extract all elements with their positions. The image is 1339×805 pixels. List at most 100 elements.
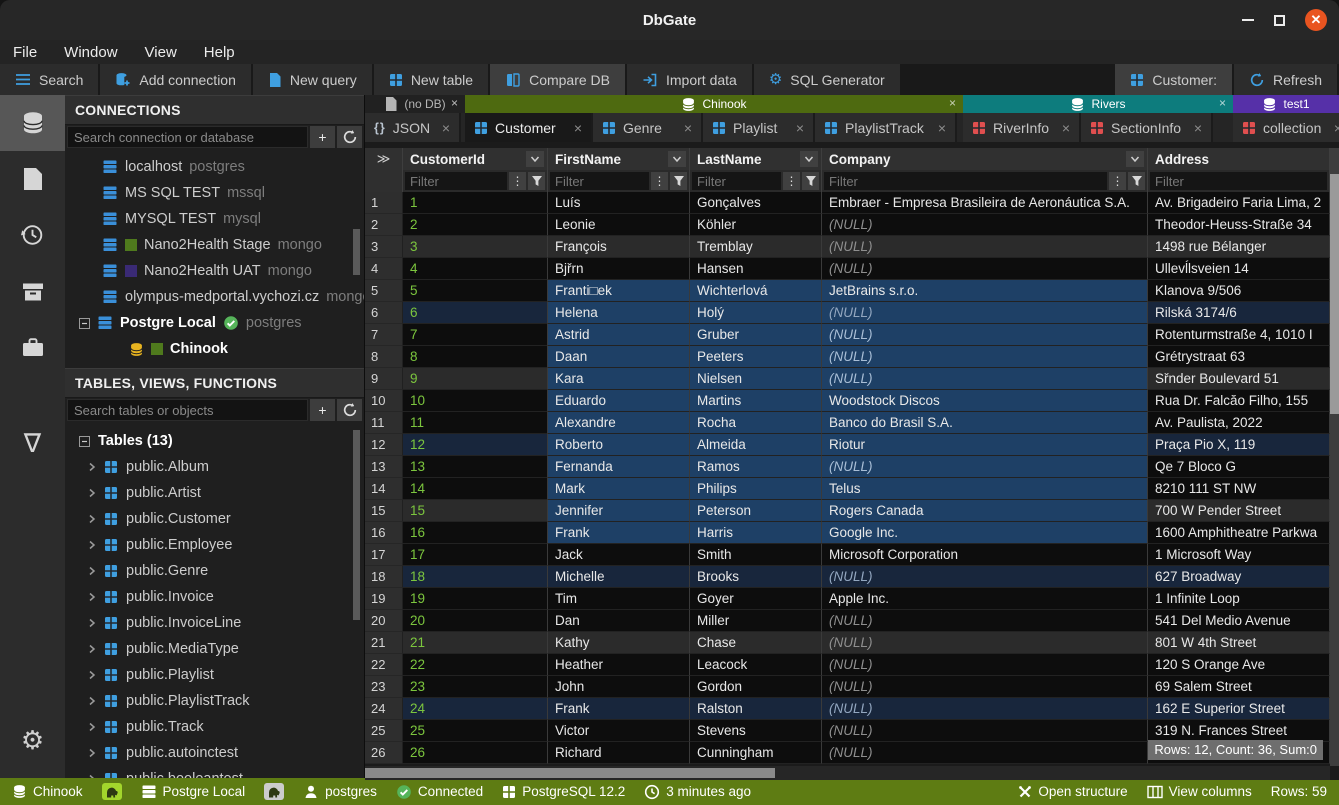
grid-cell[interactable]: 15 [403,500,548,522]
close-tab-icon[interactable]: × [1062,120,1070,136]
database-tab-chinook[interactable]: Chinook× [465,95,963,113]
grid-cell[interactable]: 23 [403,676,548,698]
grid-cell[interactable]: 69 Salem Street [1148,676,1330,698]
grid-cell[interactable]: Brooks [690,566,822,588]
grid-cell[interactable]: Martins [690,390,822,412]
grid-cell[interactable]: Sřnder Boulevard 51 [1148,368,1330,390]
grid-cell[interactable]: Holý [690,302,822,324]
table-tree-item-public-invoice[interactable]: public.Invoice [65,584,364,610]
grid-cell[interactable]: Cunningham [690,742,822,764]
grid-cell[interactable]: Gordon [690,676,822,698]
grid-cell[interactable]: 1 [403,192,548,214]
toolbar-button-refresh[interactable]: Refresh [1234,64,1337,95]
grid-cell[interactable]: Ullevĺlsveien 14 [1148,258,1330,280]
grid-cell[interactable]: Daan [548,346,690,368]
grid-cell[interactable]: 8 [403,346,548,368]
grid-cell[interactable]: Av. Paulista, 2022 [1148,412,1330,434]
tables-scrollbar-thumb[interactable] [353,430,360,620]
status-item-view-columns[interactable]: View columns [1147,784,1252,799]
row-header-cell[interactable]: 2 [365,214,403,236]
connection-item-olympus-medportal-vychozi-cz[interactable]: olympus-medportal.vychozi.czmongo [65,284,364,310]
row-header-cell[interactable]: 23 [365,676,403,698]
grid-cell[interactable]: Klanova 9/506 [1148,280,1330,302]
grid-corner-cell[interactable]: ≫ [365,148,403,170]
grid-cell[interactable]: Frank [548,698,690,720]
grid-cell[interactable]: Dan [548,610,690,632]
grid-cell[interactable]: Apple Inc. [822,588,1148,610]
grid-cell[interactable]: Frank [548,522,690,544]
connections-search-input[interactable] [67,126,308,148]
grid-cell[interactable]: 4 [403,258,548,280]
column-header-company[interactable]: Company [822,148,1148,170]
grid-cell[interactable]: 541 Del Medio Avenue [1148,610,1330,632]
grid-cell[interactable]: Mark [548,478,690,500]
grid-cell[interactable]: Tim [548,588,690,610]
grid-cell[interactable]: Ramos [690,456,822,478]
horizontal-scrollbar-thumb[interactable] [365,768,775,778]
grid-cell[interactable]: Heather [548,654,690,676]
grid-cell[interactable]: 2 [403,214,548,236]
grid-cell[interactable]: Telus [822,478,1148,500]
grid-cell[interactable]: (NULL) [822,236,1148,258]
grid-cell[interactable]: Miller [690,610,822,632]
grid-cell[interactable]: 8210 111 ST NW [1148,478,1330,500]
row-header-cell[interactable]: 4 [365,258,403,280]
grid-cell[interactable]: Michelle [548,566,690,588]
grid-cell[interactable]: (NULL) [822,654,1148,676]
grid-cell[interactable]: (NULL) [822,632,1148,654]
menu-item-window[interactable]: Window [64,44,117,61]
filter-funnel-button[interactable] [1128,172,1145,190]
menu-item-file[interactable]: File [13,44,37,61]
connections-scrollbar-thumb[interactable] [353,229,360,275]
grid-cell[interactable]: 26 [403,742,548,764]
tables-group-row[interactable]: Tables (13) [65,428,364,454]
grid-cell[interactable]: François [548,236,690,258]
column-dropdown-button[interactable] [800,151,818,167]
grid-cell[interactable]: (NULL) [822,258,1148,280]
grid-cell[interactable]: 12 [403,434,548,456]
toolbar-button-compare-db[interactable]: Compare DB [490,64,625,95]
grid-cell[interactable]: 24 [403,698,548,720]
grid-cell[interactable]: Riotur [822,434,1148,456]
row-header-cell[interactable]: 6 [365,302,403,324]
filter-menu-button[interactable]: ⋮ [651,172,668,190]
close-tab-icon[interactable]: × [1334,120,1339,136]
toolbar-button-search[interactable]: Search [0,64,98,95]
row-header-cell[interactable]: 21 [365,632,403,654]
grid-cell[interactable]: Rocha [690,412,822,434]
grid-cell[interactable]: 10 [403,390,548,412]
rail-item-history[interactable] [0,207,65,263]
grid-cell[interactable]: (NULL) [822,610,1148,632]
filter-funnel-button[interactable] [670,172,687,190]
column-dropdown-button[interactable] [1126,151,1144,167]
file-tab-json[interactable]: {}JSON× [365,113,461,142]
grid-cell[interactable]: Eduardo [548,390,690,412]
rail-item-filter[interactable]: ∇ [0,415,65,471]
grid-cell[interactable]: (NULL) [822,324,1148,346]
close-button[interactable]: ✕ [1305,9,1327,31]
toolbar-button-import-data[interactable]: Import data [627,64,752,95]
grid-cell[interactable]: (NULL) [822,566,1148,588]
row-header-cell[interactable]: 26 [365,742,403,764]
maximize-button[interactable] [1274,15,1285,26]
grid-cell[interactable]: Almeida [690,434,822,456]
row-header-cell[interactable]: 13 [365,456,403,478]
row-header-cell[interactable]: 8 [365,346,403,368]
grid-cell[interactable]: 627 Broadway [1148,566,1330,588]
connection-item-nano2health-uat[interactable]: Nano2Health UATmongo [65,258,364,284]
grid-cell[interactable]: Goyer [690,588,822,610]
table-tree-item-public-invoiceline[interactable]: public.InvoiceLine [65,610,364,636]
grid-cell[interactable]: Av. Brigadeiro Faria Lima, 2 [1148,192,1330,214]
table-tree-item-public-album[interactable]: public.Album [65,454,364,480]
grid-cell[interactable]: 7 [403,324,548,346]
filter-input-customerid[interactable] [405,172,507,190]
database-tab-rivers[interactable]: Rivers× [963,95,1233,113]
row-header-cell[interactable]: 1 [365,192,403,214]
connection-item-localhost[interactable]: localhostpostgres [65,154,364,180]
row-header-cell[interactable]: 18 [365,566,403,588]
row-header-cell[interactable]: 20 [365,610,403,632]
grid-cell[interactable]: Luís [548,192,690,214]
grid-cell[interactable]: Theodor-Heuss-Straße 34 [1148,214,1330,236]
file-tab-playlisttrack[interactable]: PlaylistTrack× [815,113,957,142]
grid-cell[interactable]: Praça Pio X, 119 [1148,434,1330,456]
